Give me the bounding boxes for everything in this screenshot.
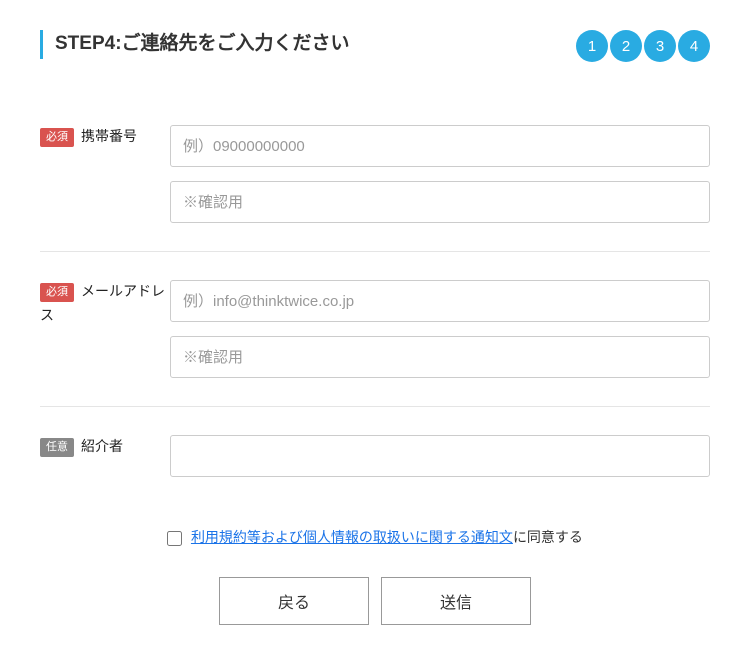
email-input-col bbox=[170, 280, 710, 378]
button-row: 戻る 送信 bbox=[40, 559, 710, 625]
consent-link[interactable]: 利用規約等および個人情報の取扱いに関する通知文 bbox=[191, 529, 513, 545]
title-wrapper: STEP4:ご連絡先をご入力ください bbox=[40, 30, 350, 59]
email-confirm-input[interactable] bbox=[170, 336, 710, 378]
phone-confirm-input[interactable] bbox=[170, 181, 710, 223]
referrer-label-col: 任意紹介者 bbox=[40, 435, 170, 459]
required-badge: 必須 bbox=[40, 283, 74, 303]
required-badge: 必須 bbox=[40, 128, 74, 148]
phone-input[interactable] bbox=[170, 125, 710, 167]
consent-suffix: に同意する bbox=[513, 529, 583, 545]
step-circle-4: 4 bbox=[678, 30, 710, 62]
step-circle-2: 2 bbox=[610, 30, 642, 62]
back-button[interactable]: 戻る bbox=[219, 577, 369, 625]
step-title: STEP4:ご連絡先をご入力ください bbox=[55, 30, 350, 59]
step-circle-3: 3 bbox=[644, 30, 676, 62]
referrer-row: 任意紹介者 bbox=[40, 407, 710, 505]
submit-button[interactable]: 送信 bbox=[381, 577, 531, 625]
optional-badge: 任意 bbox=[40, 438, 74, 458]
phone-row: 必須携帯番号 bbox=[40, 97, 710, 252]
form-header: STEP4:ご連絡先をご入力ください 1 2 3 4 bbox=[40, 30, 710, 62]
step-circle-1: 1 bbox=[576, 30, 608, 62]
phone-input-col bbox=[170, 125, 710, 223]
email-label-col: 必須メールアドレス bbox=[40, 280, 170, 328]
referrer-input[interactable] bbox=[170, 435, 710, 477]
email-row: 必須メールアドレス bbox=[40, 252, 710, 407]
phone-label: 携帯番号 bbox=[81, 128, 137, 144]
step-indicator: 1 2 3 4 bbox=[576, 30, 710, 62]
referrer-label: 紹介者 bbox=[81, 438, 123, 454]
referrer-input-col bbox=[170, 435, 710, 477]
consent-checkbox[interactable] bbox=[167, 531, 182, 546]
consent-row: 利用規約等および個人情報の取扱いに関する通知文に同意する bbox=[40, 505, 710, 559]
email-input[interactable] bbox=[170, 280, 710, 322]
phone-label-col: 必須携帯番号 bbox=[40, 125, 170, 149]
